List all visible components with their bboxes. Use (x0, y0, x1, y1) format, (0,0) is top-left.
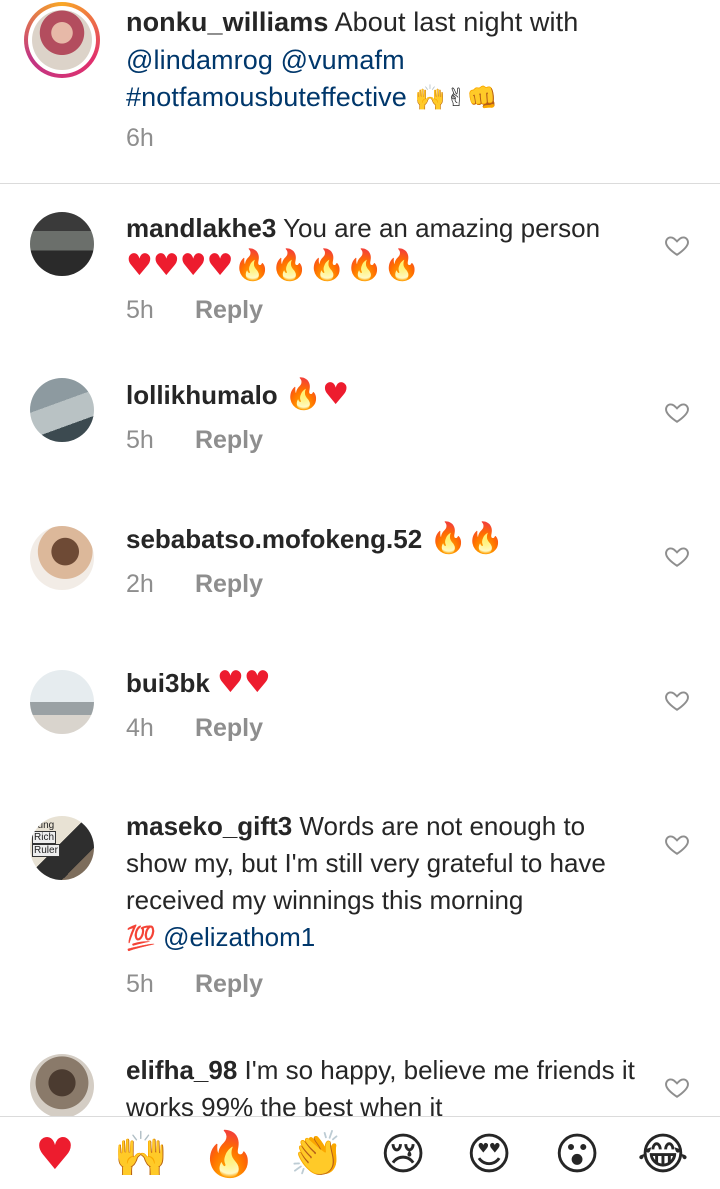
comment-timestamp: 2h (126, 570, 154, 598)
like-comment-icon[interactable] (664, 232, 690, 258)
comment-meta: 4h Reply (126, 714, 263, 743)
comment-username[interactable]: sebabatso.mofokeng.52 (126, 524, 422, 554)
author-avatar[interactable] (24, 2, 100, 78)
heart-reaction-icon[interactable]: ♥ (24, 1127, 86, 1183)
clapping-reaction-icon[interactable]: 👏 (286, 1127, 348, 1183)
commenter-avatar[interactable] (30, 670, 94, 734)
heart-eyes-reaction-icon[interactable]: 😍 (458, 1127, 520, 1183)
caption-emojis: 🙌✌👊 (414, 83, 499, 112)
comment-username[interactable]: lollikhumalo (126, 380, 278, 410)
commenter-avatar[interactable] (30, 1054, 94, 1116)
reply-button[interactable]: Reply (195, 296, 263, 324)
mention-link[interactable]: @lindamrog (126, 45, 273, 75)
comment-meta: 5h Reply (126, 296, 263, 325)
post-caption: nonku_williams About last night with @li… (0, 0, 720, 183)
mention-link[interactable]: @elizathom1 (163, 922, 315, 952)
comment-text: elifha_98 I'm so happy, believe me frien… (126, 1055, 635, 1116)
comment-text: bui3bk ♥♥ (126, 664, 646, 702)
reply-button[interactable]: Reply (195, 570, 263, 598)
like-comment-icon[interactable] (664, 399, 690, 425)
commenter-avatar[interactable] (30, 212, 94, 276)
comment-username[interactable]: elifha_98 (126, 1055, 237, 1085)
laughing-face-reaction-icon[interactable]: 😂 (632, 1127, 694, 1183)
surprised-face-reaction-icon[interactable]: 😮 (546, 1127, 608, 1183)
avatar-overlay-text: oung Rich Ruler (32, 820, 60, 857)
reply-button[interactable]: Reply (195, 426, 263, 454)
comment-text: maseko_gift3 Words are not enough to sho… (126, 811, 606, 952)
fire-reaction-icon[interactable]: 🔥 (198, 1127, 260, 1183)
comment-text: sebabatso.mofokeng.52 🔥🔥 (126, 520, 646, 558)
comment-text: lollikhumalo 🔥♥ (126, 376, 646, 414)
comment-timestamp: 5h (126, 426, 154, 454)
comment-meta: 5h Reply (126, 426, 263, 455)
caption-username[interactable]: nonku_williams (126, 7, 328, 37)
comment-meta: 5h Reply (126, 970, 263, 999)
mention-link[interactable]: @vumafm (281, 45, 405, 75)
hundred-icon: 💯 (126, 924, 156, 952)
caption-timestamp: 6h (126, 124, 154, 152)
comment-emojis: ♥♥ (217, 665, 271, 700)
caption-text: nonku_williams About last night with @li… (126, 4, 686, 117)
like-comment-icon[interactable] (664, 831, 690, 857)
commenter-avatar[interactable]: oung Rich Ruler (30, 816, 94, 880)
quick-reaction-bar: ♥ 🙌 🔥 👏 😢 😍 😮 😂 (0, 1116, 720, 1189)
comment-meta: 2h Reply (126, 570, 263, 599)
like-comment-icon[interactable] (664, 687, 690, 713)
hashtag-link[interactable]: #notfamousbuteffective (126, 82, 407, 112)
raising-hands-reaction-icon[interactable]: 🙌 (110, 1127, 172, 1183)
caption-body: About last night with (334, 7, 579, 37)
commenter-avatar[interactable] (30, 378, 94, 442)
like-comment-icon[interactable] (664, 543, 690, 569)
reply-button[interactable]: Reply (195, 970, 263, 998)
comment-username[interactable]: bui3bk (126, 668, 210, 698)
comment-username[interactable]: maseko_gift3 (126, 811, 292, 841)
comment-emojis: ♥♥♥♥🔥🔥🔥🔥🔥 (126, 248, 421, 283)
commenter-avatar[interactable] (30, 526, 94, 590)
comment-username[interactable]: mandlakhe3 (126, 213, 276, 243)
like-comment-icon[interactable] (664, 1074, 690, 1100)
crying-face-reaction-icon[interactable]: 😢 (372, 1127, 434, 1183)
reply-button[interactable]: Reply (195, 714, 263, 742)
comment-text: mandlakhe3 You are an amazing person ♥♥♥… (126, 213, 601, 283)
comment-timestamp: 5h (126, 296, 154, 324)
comment-emojis: 🔥♥ (284, 377, 350, 412)
comment-timestamp: 4h (126, 714, 154, 742)
comment-emojis: 🔥🔥 (429, 521, 505, 556)
comment-timestamp: 5h (126, 970, 154, 998)
caption-divider (0, 183, 720, 184)
comment: elifha_98 I'm so happy, believe me frien… (0, 1052, 720, 1116)
